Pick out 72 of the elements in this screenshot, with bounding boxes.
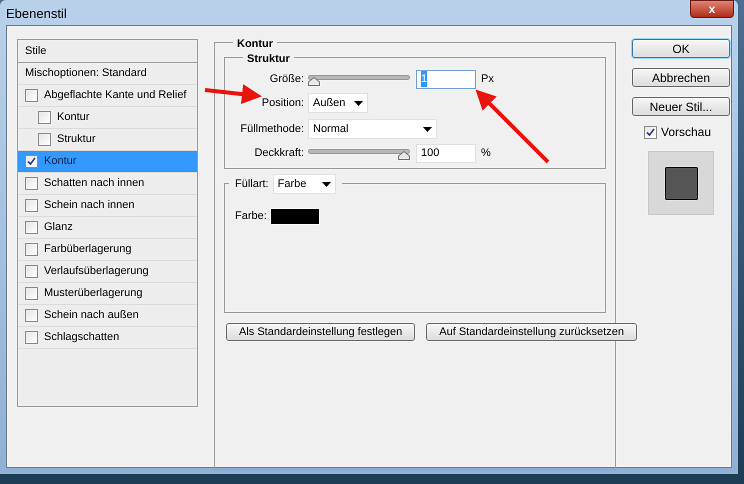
unit-label: Px (481, 72, 494, 87)
style-label: Mischoptionen: Standard (25, 66, 147, 82)
style-label: Schein nach außen (44, 308, 139, 324)
field-label: Position: (260, 96, 305, 111)
checkbox[interactable] (25, 155, 38, 168)
style-list-item[interactable]: Abgeflachte Kante und Relief (18, 85, 197, 107)
window-title: Ebenenstil (6, 5, 67, 23)
style-label: Abgeflachte Kante und Relief (44, 88, 186, 104)
style-list-item[interactable]: Schatten nach innen (18, 173, 197, 195)
style-list-item[interactable]: Schein nach außen (18, 305, 197, 327)
slider-track[interactable] (308, 72, 410, 86)
style-list-item[interactable]: Glanz (18, 217, 197, 239)
defaults-button[interactable]: Als Standardeinstellung festlegen (226, 323, 416, 341)
field-label: Farbe: (235, 209, 267, 224)
slider-thumb[interactable] (398, 151, 410, 160)
checkbox[interactable] (25, 265, 38, 278)
styles-header: Stile (18, 40, 197, 63)
slider-thumb[interactable] (308, 77, 320, 86)
checkbox[interactable] (25, 199, 38, 212)
defaults-button[interactable]: Auf Standardeinstellung zurücksetzen (426, 323, 637, 341)
field-label: Deckkraft: (253, 146, 305, 161)
style-list-item[interactable]: Verlaufsüberlagerung (18, 261, 197, 283)
style-list-item[interactable]: Schein nach innen (18, 195, 197, 217)
unit-label: % (481, 146, 491, 161)
caret-icon (423, 126, 432, 132)
field-label: Füllmethode: (239, 122, 305, 137)
checkbox[interactable] (25, 221, 38, 234)
style-label: Farbüberlagerung (44, 242, 132, 258)
checkmark-icon (27, 157, 36, 166)
checkbox[interactable] (25, 243, 38, 256)
dialog-button[interactable]: Neuer Stil... (632, 97, 730, 116)
checkbox[interactable] (38, 133, 51, 146)
dialog-button[interactable]: OK (632, 39, 730, 58)
checkbox[interactable] (38, 111, 51, 124)
style-label: Schein nach innen (44, 198, 135, 214)
preview-label: Vorschau (661, 124, 712, 141)
checkbox[interactable] (25, 309, 38, 322)
style-list-item[interactable]: Musterüberlagerung (18, 283, 197, 305)
style-label: Schatten nach innen (44, 176, 144, 192)
caret-icon (354, 100, 363, 106)
color-swatch[interactable] (270, 208, 319, 224)
annotation-arrow (204, 84, 262, 104)
style-label: Struktur (57, 132, 96, 148)
fill-type-dropdown[interactable]: Farbe (272, 174, 336, 194)
dialog-button[interactable]: Abbrechen (632, 68, 730, 87)
field-label: Füllart: (235, 176, 269, 192)
checkbox[interactable] (25, 89, 38, 102)
blend-mode-dropdown[interactable]: Normal (308, 119, 437, 139)
checkmark-icon (646, 128, 655, 136)
checkbox[interactable] (25, 331, 38, 344)
close-button[interactable]: x (690, 0, 734, 18)
style-label: Schlagschatten (44, 330, 120, 346)
slider-track[interactable] (308, 146, 410, 160)
style-label: Kontur (57, 110, 90, 126)
preview-square (664, 166, 698, 200)
style-list-item[interactable]: Kontur (18, 151, 197, 173)
checkbox[interactable] (25, 177, 38, 190)
size-value: 1 (421, 70, 428, 88)
style-label: Verlaufsüberlagerung (44, 264, 149, 280)
style-label: Glanz (44, 220, 73, 236)
style-list-item[interactable]: Schlagschatten (18, 327, 197, 349)
style-list-item[interactable]: Kontur (18, 107, 197, 129)
style-list-item[interactable]: Mischoptionen: Standard (18, 63, 197, 85)
position-dropdown[interactable]: Außen (308, 93, 368, 113)
style-label: Musterüberlagerung (44, 286, 142, 302)
checkbox[interactable] (25, 287, 38, 300)
checkbox[interactable] (644, 126, 657, 138)
caret-icon (322, 182, 331, 186)
style-list-item[interactable]: Farbüberlagerung (18, 239, 197, 261)
opacity-input[interactable]: 100 (416, 144, 476, 162)
field-label: Größe: (268, 72, 305, 87)
style-label: Kontur (44, 154, 76, 170)
